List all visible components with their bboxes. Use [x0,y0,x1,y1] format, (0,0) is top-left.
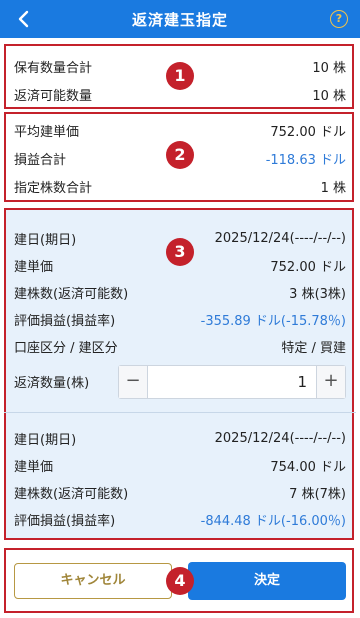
pos1-eval-value: -355.89 ドル(-15.78％) [200,313,346,329]
confirm-button[interactable]: 決定 [188,562,346,600]
pos1-qty-label: 返済数量(株) [14,375,90,391]
pos1-account-value: 特定 / 買建 [281,340,346,356]
marker-4: 4 [166,567,194,595]
pos2-shares-label: 建株数(返済可能数) [14,486,129,502]
pos2-price-label: 建単価 [14,459,54,475]
marker-3: 3 [166,238,194,266]
pos1-open-date-label: 建日(期日) [14,232,77,248]
avg-price-row: 平均建単価 752.00 ドル [14,117,346,143]
pos2-price-row: 建単価 754.00 ドル [14,452,346,478]
repayable-value: 10 株 [312,88,346,104]
quantity-input[interactable]: 1 [149,366,313,398]
pos2-eval-label: 評価損益(損益率) [14,513,116,529]
pos1-account-row: 口座区分 / 建区分 特定 / 買建 [14,333,346,359]
increment-button[interactable]: + [316,366,345,398]
pos1-shares-value: 3 株(3株) [289,286,346,302]
page-title: 返済建玉指定 [131,11,228,29]
designated-total-value: 1 株 [320,180,346,196]
pos1-qty-row: 返済数量(株) [14,368,89,394]
marker-1: 1 [166,62,194,90]
quantity-stepper: − 1 + [118,365,346,399]
pl-total-label: 損益合計 [14,152,67,168]
repayable-label: 返済可能数量 [14,88,93,104]
avg-price-label: 平均建単価 [14,124,80,140]
pl-total-value: -118.63 ドル [265,152,346,168]
designated-total-row: 指定株数合計 1 株 [14,173,346,199]
pos2-open-date-label: 建日(期日) [14,432,77,448]
pos2-shares-value: 7 株(7株) [289,486,346,502]
holding-total-value: 10 株 [312,60,346,76]
pos1-shares-label: 建株数(返済可能数) [14,286,129,302]
pos1-open-date-value: 2025/12/24(----/--/--) [214,230,346,246]
pos2-eval-row: 評価損益(損益率) -844.48 ドル(-16.00％) [14,506,346,532]
cancel-button[interactable]: キャンセル [14,563,172,599]
app-header: 返済建玉指定 ? [0,0,360,38]
pos1-eval-label: 評価損益(損益率) [14,313,116,329]
pos2-open-date-row: 建日(期日) 2025/12/24(----/--/--) [14,425,346,451]
designated-total-label: 指定株数合計 [14,180,93,196]
pos2-price-value: 754.00 ドル [270,459,346,475]
decrement-button[interactable]: − [119,366,148,398]
pos1-price-value: 752.00 ドル [270,259,346,275]
avg-price-value: 752.00 ドル [270,124,346,140]
pos2-eval-value: -844.48 ドル(-16.00％) [200,513,346,529]
help-icon[interactable]: ? [330,10,348,28]
pos1-price-label: 建単価 [14,259,54,275]
position-divider [4,412,356,413]
pos2-open-date-value: 2025/12/24(----/--/--) [214,430,346,446]
pos1-eval-row: 評価損益(損益率) -355.89 ドル(-15.78％) [14,306,346,332]
holding-total-label: 保有数量合計 [14,60,93,76]
marker-2: 2 [166,141,194,169]
pos1-shares-row: 建株数(返済可能数) 3 株(3株) [14,279,346,305]
pos1-account-label: 口座区分 / 建区分 [14,340,118,356]
pos2-shares-row: 建株数(返済可能数) 7 株(7株) [14,479,346,505]
